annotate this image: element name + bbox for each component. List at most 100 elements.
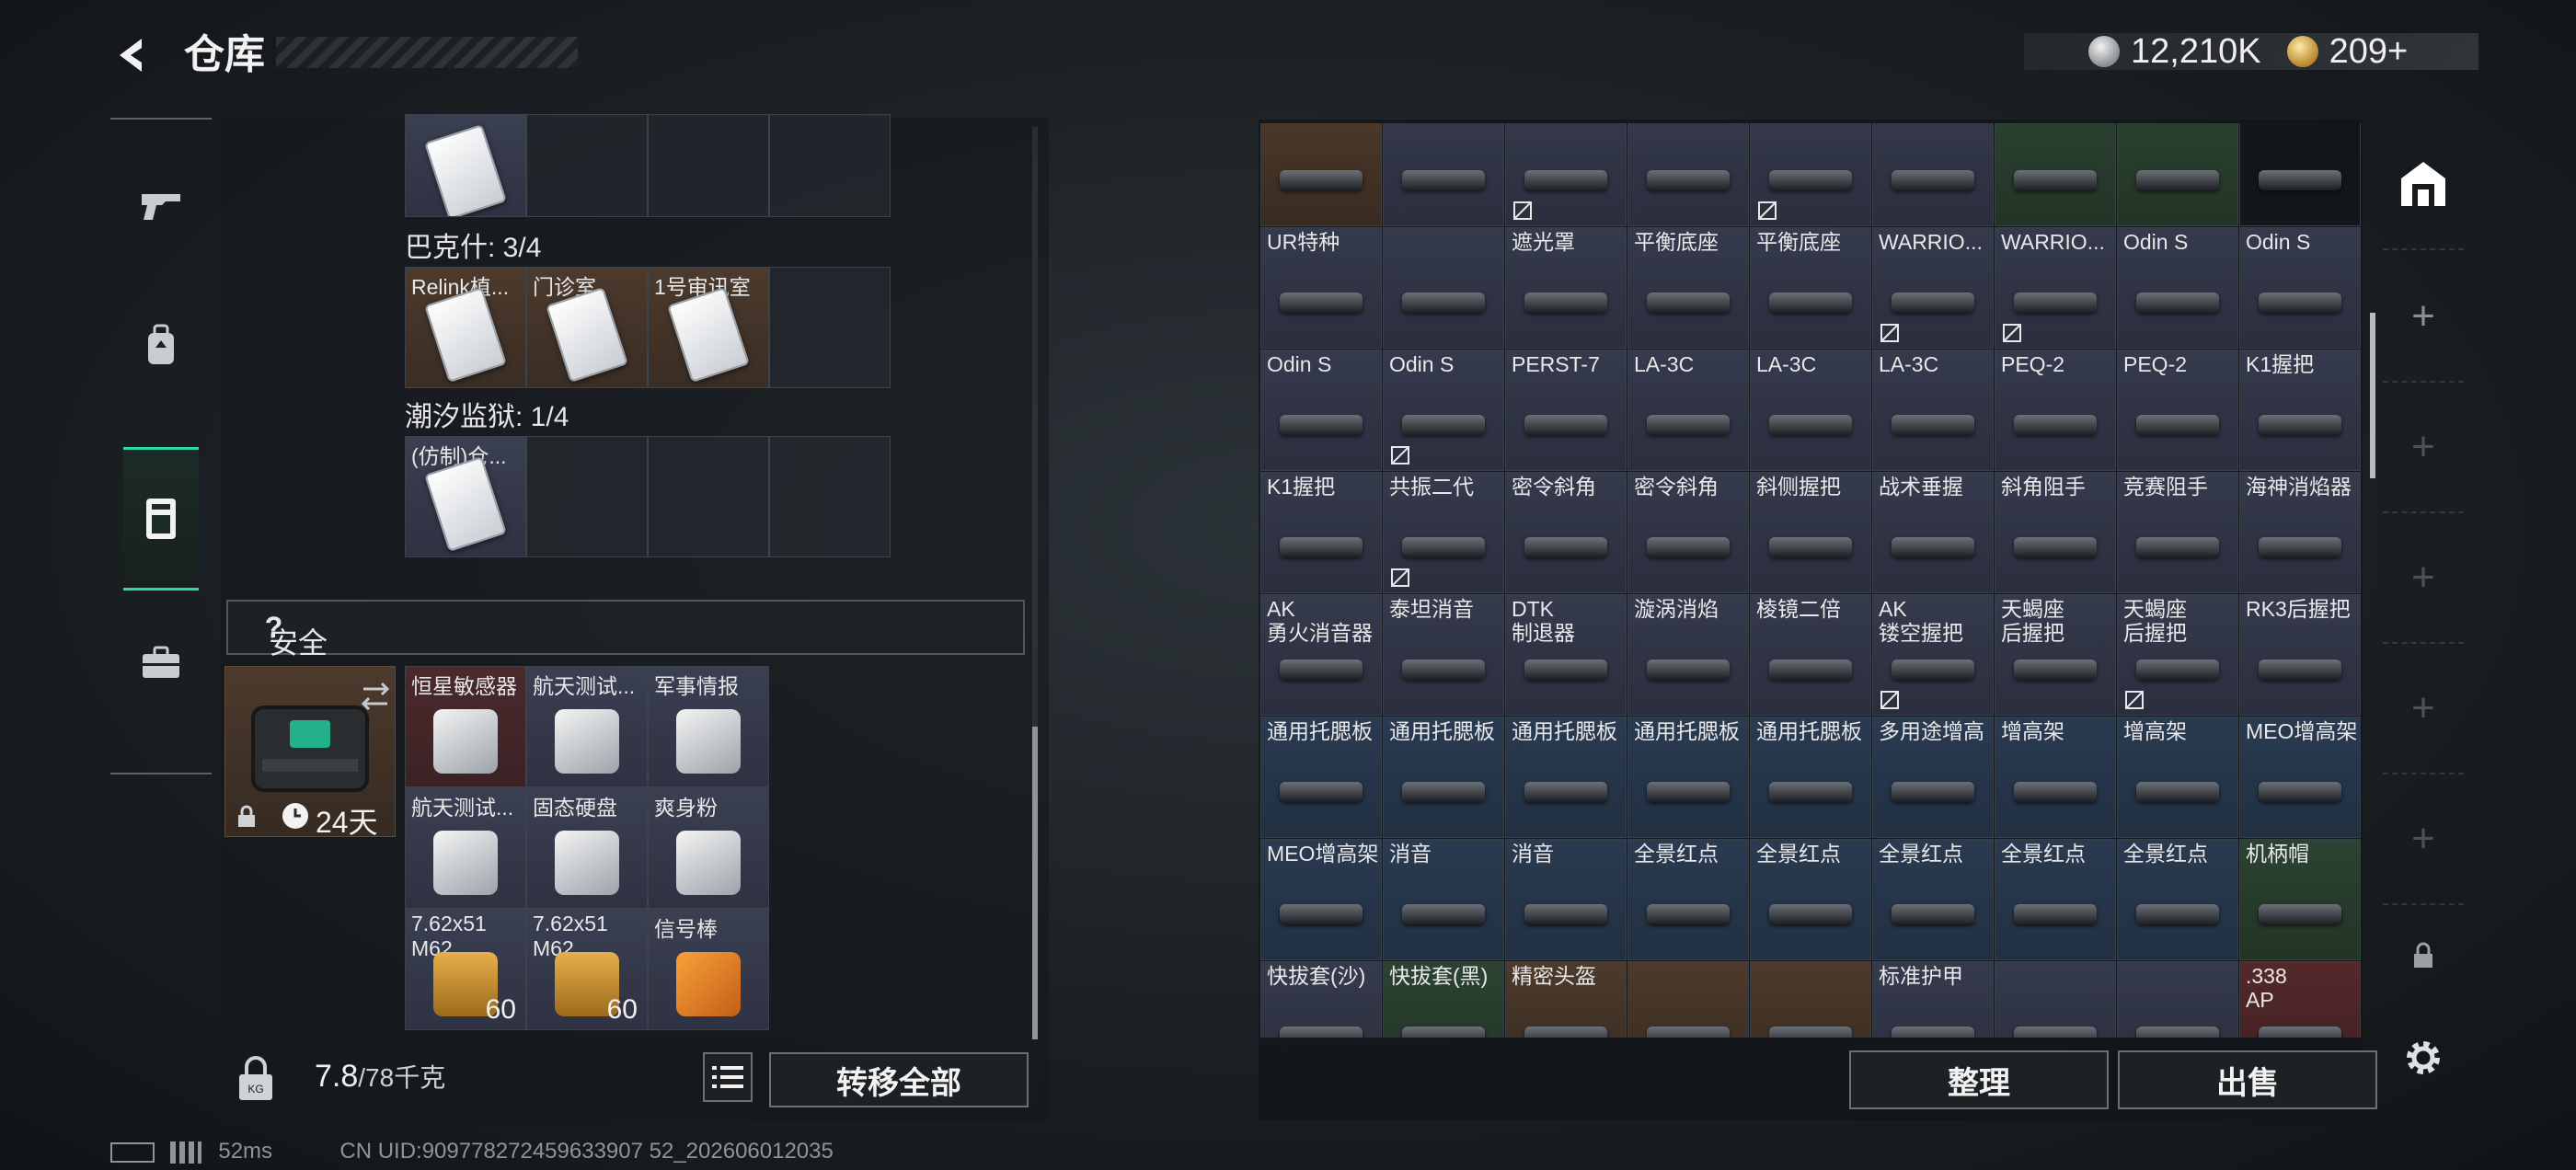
safebox-slot[interactable]: 军事情报 xyxy=(648,666,769,787)
safebox-slot[interactable]: 航天测试... xyxy=(526,666,648,787)
inventory-slot[interactable]: Relink植... xyxy=(405,267,526,388)
storage-slot[interactable]: 天蝎座 后握把 xyxy=(1995,594,2116,716)
add-storage-page-button[interactable]: + xyxy=(2383,383,2464,513)
safebox-slot[interactable]: 7.62x51 M62 60 xyxy=(526,909,648,1030)
inventory-slot[interactable]: (仿制)仓... xyxy=(405,436,526,557)
storage-slot[interactable]: 快拔套(黑) xyxy=(1383,961,1504,1038)
storage-slot[interactable] xyxy=(2239,123,2361,226)
inventory-slot[interactable] xyxy=(648,436,769,557)
inventory-slot[interactable] xyxy=(526,114,648,217)
add-storage-page-button[interactable]: + xyxy=(2383,644,2464,774)
add-storage-page-button[interactable]: + xyxy=(2383,252,2464,383)
storage-slot[interactable]: 全景红点 xyxy=(2117,839,2238,960)
storage-slot[interactable]: 增高架 xyxy=(1995,717,2116,838)
storage-slot[interactable]: K1握把 xyxy=(1260,472,1382,593)
storage-page-1[interactable] xyxy=(2383,120,2464,250)
storage-slot[interactable]: PERST-7 xyxy=(1505,350,1627,471)
storage-slot[interactable]: 竞赛阻手 xyxy=(2117,472,2238,593)
storage-slot[interactable]: 机柄帽 xyxy=(2239,839,2361,960)
safebox-slot[interactable]: 固态硬盘 xyxy=(526,787,648,909)
storage-slot[interactable]: 消音 xyxy=(1505,839,1627,960)
inventory-slot[interactable]: 门诊室 xyxy=(526,267,648,388)
storage-slot[interactable] xyxy=(1872,123,1994,226)
sell-button[interactable]: 出售 xyxy=(2118,1050,2377,1109)
storage-slot[interactable]: AK 勇火消音器 xyxy=(1260,594,1382,716)
inventory-slot[interactable] xyxy=(648,114,769,217)
safebox-slot[interactable]: 航天测试... xyxy=(405,787,526,909)
storage-slot[interactable] xyxy=(1505,123,1627,226)
storage-slot[interactable]: 多用途增高 xyxy=(1872,717,1994,838)
inventory-slot[interactable] xyxy=(405,114,526,217)
storage-slot[interactable]: LA-3C xyxy=(1750,350,1871,471)
storage-slot[interactable]: 斜侧握把 xyxy=(1750,472,1871,593)
storage-slot[interactable]: PEQ-2 xyxy=(1995,350,2116,471)
storage-slot[interactable]: 棱镜二倍 xyxy=(1750,594,1871,716)
storage-slot[interactable] xyxy=(1750,123,1871,226)
storage-slot[interactable] xyxy=(1750,961,1871,1038)
transfer-all-button[interactable]: 转移全部 xyxy=(769,1052,1029,1107)
storage-slot[interactable]: 标准护甲 xyxy=(1872,961,1994,1038)
storage-slot[interactable]: 快拔套(沙) xyxy=(1260,961,1382,1038)
storage-slot[interactable]: LA-3C xyxy=(1872,350,1994,471)
safe-case[interactable]: 24天 xyxy=(224,666,396,839)
inventory-slot[interactable] xyxy=(769,267,891,388)
storage-slot[interactable]: MEO增高架 xyxy=(2239,717,2361,838)
storage-slot[interactable]: PEQ-2 xyxy=(2117,350,2238,471)
storage-slot[interactable]: 全景红点 xyxy=(1627,839,1749,960)
nav-weapons[interactable] xyxy=(110,136,212,274)
storage-slot[interactable]: Odin S xyxy=(2239,227,2361,349)
storage-slot[interactable]: 增高架 xyxy=(2117,717,2238,838)
gold-currency[interactable]: 209+ xyxy=(2286,32,2408,72)
nav-briefcase[interactable] xyxy=(110,594,212,732)
inventory-slot[interactable] xyxy=(769,436,891,557)
inventory-slot[interactable]: 1号审讯室 xyxy=(648,267,769,388)
right-scrollbar-thumb[interactable] xyxy=(2370,313,2375,478)
storage-slot[interactable] xyxy=(1383,227,1504,349)
storage-slot[interactable]: 战术垂握 xyxy=(1872,472,1994,593)
safebox-slot[interactable]: 信号棒 xyxy=(648,909,769,1030)
storage-slot[interactable]: WARRIO... xyxy=(1995,227,2116,349)
storage-slot[interactable]: 密令斜角 xyxy=(1627,472,1749,593)
storage-slot[interactable]: 遮光罩 xyxy=(1505,227,1627,349)
storage-slot[interactable] xyxy=(1260,123,1382,226)
sort-button[interactable]: 整理 xyxy=(1849,1050,2109,1109)
storage-slot[interactable]: MEO增高架 xyxy=(1260,839,1382,960)
storage-slot[interactable]: 密令斜角 xyxy=(1505,472,1627,593)
storage-slot[interactable]: UR特种 xyxy=(1260,227,1382,349)
storage-slot[interactable] xyxy=(1995,123,2116,226)
left-scrollbar-thumb[interactable] xyxy=(1032,727,1038,1039)
safebox-slot[interactable]: 爽身粉 xyxy=(648,787,769,909)
storage-slot[interactable] xyxy=(1627,123,1749,226)
silver-currency[interactable]: 12,210K xyxy=(2088,32,2261,72)
storage-slot[interactable]: WARRIO... xyxy=(1872,227,1994,349)
storage-slot[interactable]: 全景红点 xyxy=(1750,839,1871,960)
storage-slot[interactable]: K1握把 xyxy=(2239,350,2361,471)
safebox-slot[interactable]: 恒星敏感器 xyxy=(405,666,526,787)
storage-slot[interactable]: 平衡底座 xyxy=(1627,227,1749,349)
storage-slot[interactable]: Odin S xyxy=(2117,227,2238,349)
storage-slot[interactable]: 天蝎座 后握把 xyxy=(2117,594,2238,716)
storage-slot[interactable] xyxy=(2117,123,2238,226)
storage-slot[interactable]: 泰坦消音 xyxy=(1383,594,1504,716)
storage-slot[interactable]: RK3后握把 xyxy=(2239,594,2361,716)
storage-slot[interactable]: Odin S xyxy=(1260,350,1382,471)
storage-slot[interactable]: 通用托腮板 xyxy=(1627,717,1749,838)
storage-slot[interactable]: 通用托腮板 xyxy=(1260,717,1382,838)
inventory-slot[interactable] xyxy=(769,114,891,217)
storage-slot[interactable]: 全景红点 xyxy=(1872,839,1994,960)
safebox-slot[interactable]: 7.62x51 M62 60 xyxy=(405,909,526,1030)
storage-slot[interactable]: 精密头盔 xyxy=(1505,961,1627,1038)
nav-backpack[interactable] xyxy=(110,276,212,414)
storage-slot[interactable] xyxy=(1995,961,2116,1038)
storage-slot[interactable]: LA-3C xyxy=(1627,350,1749,471)
add-storage-page-button[interactable]: + xyxy=(2383,513,2464,644)
weight-lock-icon[interactable]: KG xyxy=(236,1056,276,1108)
settings-button[interactable] xyxy=(2383,1012,2464,1104)
storage-slot[interactable]: 通用托腮板 xyxy=(1383,717,1504,838)
storage-slot[interactable]: Odin S xyxy=(1383,350,1504,471)
inventory-slot[interactable] xyxy=(526,436,648,557)
storage-slot[interactable]: 海神消焰器 xyxy=(2239,472,2361,593)
locked-page[interactable] xyxy=(2383,905,2464,1006)
storage-slot[interactable]: 消音 xyxy=(1383,839,1504,960)
add-storage-page-button[interactable]: + xyxy=(2383,774,2464,905)
